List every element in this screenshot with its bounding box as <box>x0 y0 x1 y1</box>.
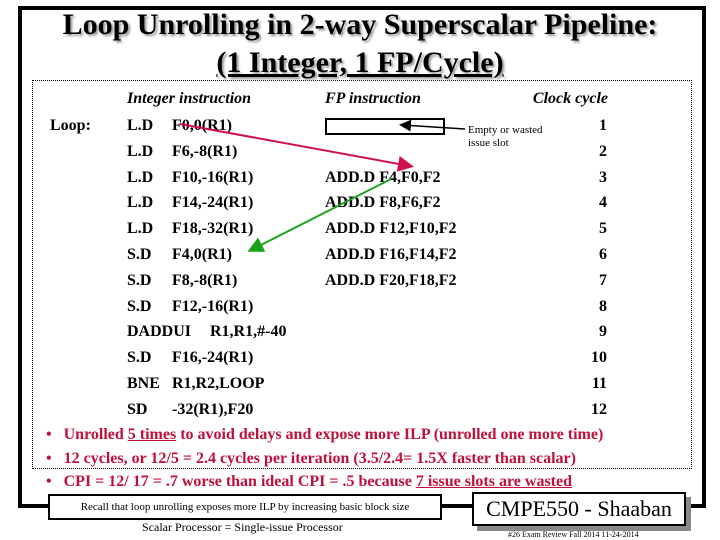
scalar-note: Scalar Processor = Single-issue Processo… <box>142 520 343 534</box>
bullet-emphasis: 5 times <box>127 426 177 443</box>
bullet-emphasis: 7 issue slots are wasted <box>415 473 572 490</box>
recall-note: Recall that loop unrolling exposes more … <box>48 494 442 520</box>
empty-slot-pointer-arrow <box>399 119 466 132</box>
bullet-text: Unrolled <box>63 426 128 443</box>
bullet-item: • 12 cycles, or 12/5 = 2.4 cycles per it… <box>46 449 576 467</box>
green-dependency-arrow <box>247 178 392 252</box>
red-dependency-arrow <box>179 123 414 172</box>
bullet-item: • Unrolled 5 times to avoid delays and e… <box>46 426 604 443</box>
bullet-item: • CPI = 12/ 17 = .7 worse than ideal CPI… <box>46 473 572 490</box>
bullet-text: CPI = 12/ 17 = .7 worse than ideal CPI =… <box>63 473 416 490</box>
bullet-text: 12 cycles, or 12/5 = 2.4 cycles per iter… <box>63 449 576 467</box>
bullet-text-end: to avoid delays and expose more ILP (unr… <box>176 426 604 443</box>
brand-box: CMPE550 - Shaaban <box>472 492 686 526</box>
footer: #26 Exam Review Fall 2014 11-24-2014 <box>508 530 639 539</box>
